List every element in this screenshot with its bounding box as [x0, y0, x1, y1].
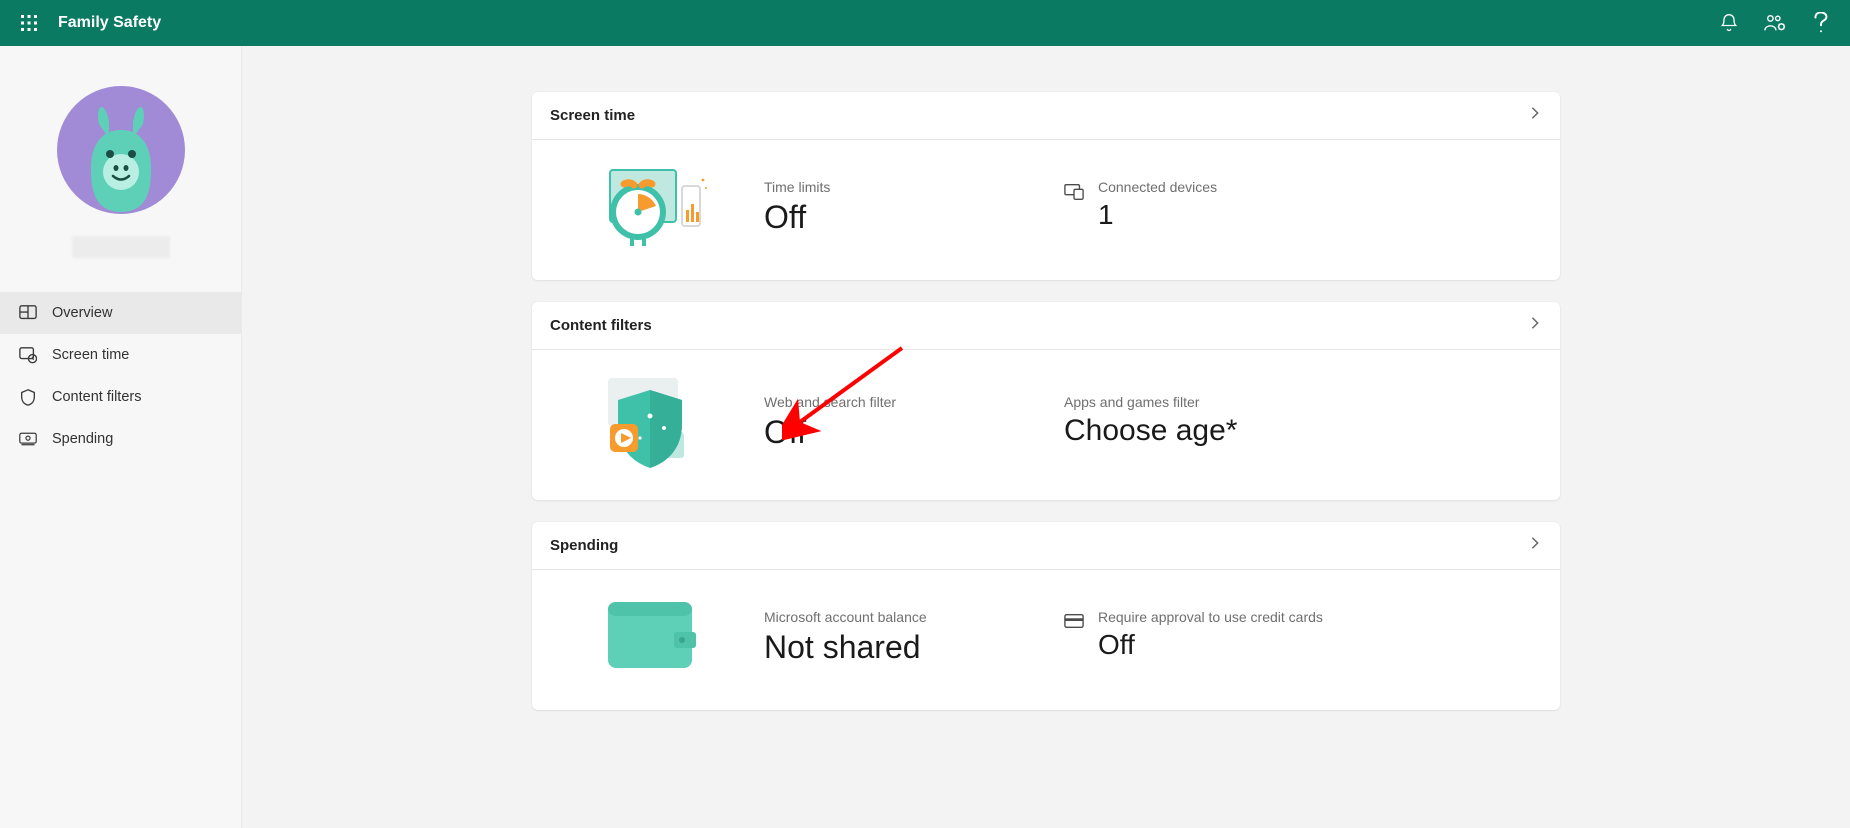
sidebar: Overview Screen time Content filters [0, 46, 242, 828]
bell-icon [1719, 13, 1739, 33]
sidebar-item-spending[interactable]: Spending [0, 418, 241, 460]
balance-value: Not shared [764, 629, 1064, 666]
card-title: Screen time [550, 107, 635, 124]
time-limits-label: Time limits [764, 179, 1064, 195]
avatar-illustration [61, 94, 181, 214]
apps-filter-label: Apps and games filter [1064, 394, 1237, 410]
sidebar-item-content-filters[interactable]: Content filters [0, 376, 241, 418]
approval-value: Off [1098, 629, 1323, 661]
connected-devices-value: 1 [1098, 199, 1217, 231]
shield-icon [18, 387, 38, 407]
app-launcher-button[interactable] [6, 0, 52, 46]
screen-time-icon [18, 345, 38, 365]
card-header-content-filters[interactable]: Content filters [532, 302, 1560, 350]
waffle-icon [21, 15, 37, 31]
chevron-right-icon [1528, 106, 1542, 125]
app-title: Family Safety [58, 14, 161, 32]
spending-illustration [550, 592, 750, 682]
screen-time-illustration [550, 162, 750, 252]
main-content: Screen time [242, 46, 1850, 828]
card-header-screen-time[interactable]: Screen time [532, 92, 1560, 140]
time-limits-value: Off [764, 199, 1064, 236]
notifications-button[interactable] [1706, 0, 1752, 46]
chevron-right-icon [1528, 316, 1542, 335]
family-settings-button[interactable] [1752, 0, 1798, 46]
sidebar-item-label: Overview [52, 305, 112, 321]
overview-icon [18, 303, 38, 323]
sidebar-item-label: Screen time [52, 347, 129, 363]
card-content-filters: Content filters [532, 302, 1560, 500]
card-title: Content filters [550, 317, 652, 334]
member-name-redacted [72, 236, 170, 258]
sidebar-item-screen-time[interactable]: Screen time [0, 334, 241, 376]
connected-devices-label: Connected devices [1098, 179, 1217, 195]
profile-section [0, 86, 241, 258]
avatar[interactable] [57, 86, 185, 214]
web-filter-value: Off [764, 414, 1064, 451]
balance-label: Microsoft account balance [764, 609, 1064, 625]
credit-card-icon [1064, 613, 1084, 634]
web-filter-label: Web and search filter [764, 394, 1064, 410]
sidebar-nav: Overview Screen time Content filters [0, 292, 241, 460]
content-filters-illustration [550, 372, 750, 472]
card-screen-time: Screen time [532, 92, 1560, 280]
apps-filter-value: Choose age* [1064, 414, 1237, 449]
devices-icon [1064, 183, 1084, 206]
sidebar-item-label: Spending [52, 431, 113, 447]
cash-icon [18, 429, 38, 449]
sidebar-item-label: Content filters [52, 389, 141, 405]
approval-label: Require approval to use credit cards [1098, 609, 1323, 625]
top-bar: Family Safety [0, 0, 1850, 46]
help-icon [1812, 12, 1830, 34]
card-spending: Spending [532, 522, 1560, 710]
help-button[interactable] [1798, 0, 1844, 46]
card-header-spending[interactable]: Spending [532, 522, 1560, 570]
chevron-right-icon [1528, 536, 1542, 555]
sidebar-item-overview[interactable]: Overview [0, 292, 241, 334]
people-gear-icon [1764, 13, 1786, 33]
card-title: Spending [550, 537, 618, 554]
